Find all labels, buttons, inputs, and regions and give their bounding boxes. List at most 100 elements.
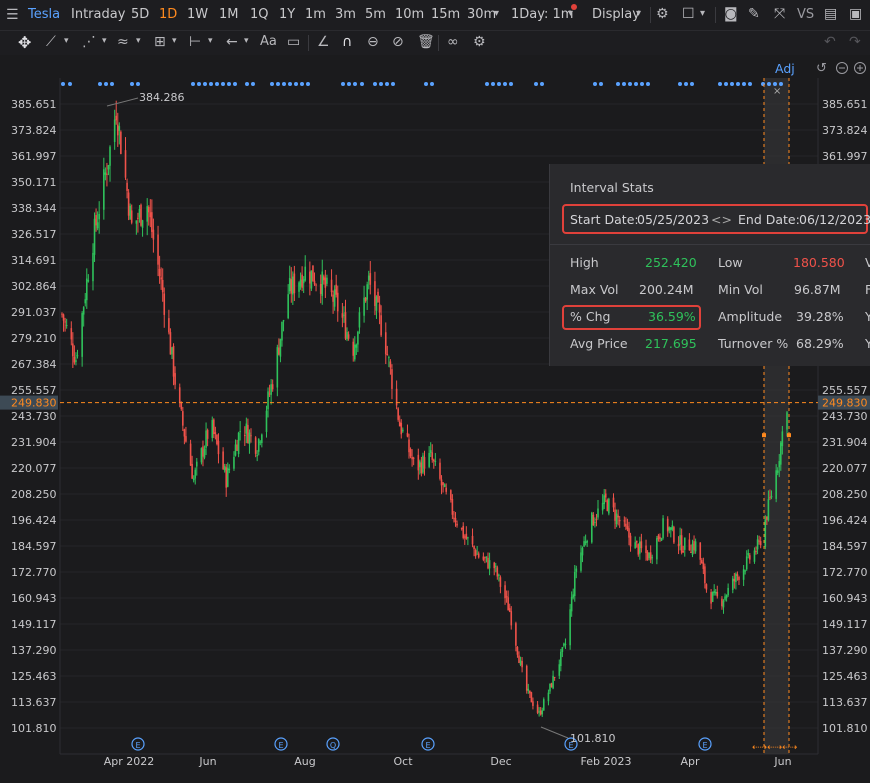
event-dot[interactable] — [347, 82, 351, 86]
event-dot[interactable] — [724, 82, 728, 86]
pattern-icon[interactable]: ⊞ — [154, 34, 166, 50]
arrow-icon[interactable]: ← — [226, 34, 238, 50]
event-dot[interactable] — [341, 82, 345, 86]
event-dot[interactable] — [730, 82, 734, 86]
pencil-icon[interactable]: ✎ — [748, 6, 760, 22]
event-dot[interactable] — [282, 82, 286, 86]
event-dot[interactable] — [622, 82, 626, 86]
event-dot[interactable] — [245, 82, 249, 86]
event-dot[interactable] — [203, 82, 207, 86]
event-dot[interactable] — [306, 82, 310, 86]
interval-end-handle[interactable] — [787, 433, 791, 438]
reset-zoom-icon[interactable]: ↺ — [816, 61, 827, 76]
period-tab-1w[interactable]: 1W — [187, 0, 208, 30]
close-interval-icon[interactable]: × — [773, 86, 781, 97]
fib-icon[interactable]: ⋰ — [82, 34, 96, 50]
event-dot[interactable] — [251, 82, 255, 86]
fib-chevron-icon[interactable]: ▾ — [102, 36, 107, 46]
event-dot[interactable] — [300, 82, 304, 86]
event-dot[interactable] — [270, 82, 274, 86]
event-dot[interactable] — [136, 82, 140, 86]
adj-button[interactable]: Adj — [775, 61, 795, 76]
period-tab-1m[interactable]: 1M — [219, 0, 239, 30]
event-dot[interactable] — [767, 82, 771, 86]
event-dot[interactable] — [491, 82, 495, 86]
trendline-icon[interactable]: ⟋ — [46, 34, 56, 50]
period-tab-1y[interactable]: 1Y — [279, 0, 295, 30]
period-tab-1m[interactable]: 1m — [305, 0, 326, 30]
event-dot[interactable] — [634, 82, 638, 86]
link-icon[interactable]: ∞ — [447, 34, 459, 50]
measure-chevron-icon[interactable]: ▾ — [208, 36, 213, 46]
event-dot[interactable] — [61, 82, 65, 86]
event-dot[interactable] — [599, 82, 603, 86]
notes-icon[interactable]: ▤ — [824, 6, 837, 22]
display-button[interactable]: Display — [592, 0, 640, 30]
draw-settings-icon[interactable]: ⚙ — [473, 34, 486, 50]
camera-icon[interactable]: ◙ — [724, 6, 738, 22]
event-dot[interactable] — [288, 82, 292, 86]
display-chevron-icon[interactable]: ▾ — [636, 8, 641, 19]
layout-chevron-icon[interactable]: ▾ — [700, 8, 705, 19]
event-dot[interactable] — [373, 82, 377, 86]
event-dot[interactable] — [215, 82, 219, 86]
crosshair-icon[interactable]: ✥ — [18, 33, 31, 52]
event-dot[interactable] — [628, 82, 632, 86]
event-dot[interactable] — [233, 82, 237, 86]
event-dot[interactable] — [593, 82, 597, 86]
event-dot[interactable] — [497, 82, 501, 86]
event-dot[interactable] — [690, 82, 694, 86]
chevron-down-icon[interactable]: ▾ — [568, 8, 573, 19]
comment-icon[interactable]: ▭ — [287, 34, 300, 50]
compare-button[interactable]: VS — [797, 0, 814, 30]
event-dot[interactable] — [736, 82, 740, 86]
pattern-chevron-icon[interactable]: ▾ — [172, 36, 177, 46]
trendline-chevron-icon[interactable]: ▾ — [64, 36, 69, 46]
interval-handles[interactable]: ⇠⇢⇠⇢⇠⇢ — [752, 743, 797, 753]
period-chevron-icon[interactable]: ▾ — [494, 8, 499, 19]
event-dot[interactable] — [276, 82, 280, 86]
event-dot[interactable] — [379, 82, 383, 86]
event-dot[interactable] — [385, 82, 389, 86]
event-dot[interactable] — [104, 82, 108, 86]
event-dot[interactable] — [391, 82, 395, 86]
interval-start-handle[interactable] — [762, 433, 766, 438]
event-dot[interactable] — [616, 82, 620, 86]
event-dot[interactable] — [503, 82, 507, 86]
angle-icon[interactable]: ∠ — [317, 34, 330, 50]
event-dot[interactable] — [646, 82, 650, 86]
event-dot[interactable] — [191, 82, 195, 86]
event-dot[interactable] — [209, 82, 213, 86]
measure-icon[interactable]: ⊢ — [189, 34, 201, 50]
wave-chevron-icon[interactable]: ▾ — [136, 36, 141, 46]
event-dot[interactable] — [197, 82, 201, 86]
event-dot[interactable] — [534, 82, 538, 86]
period-tab-intraday[interactable]: Intraday — [71, 0, 125, 30]
arrow-chevron-icon[interactable]: ▾ — [244, 36, 249, 46]
period-tab-1d[interactable]: 1D — [159, 0, 177, 30]
interval-select[interactable]: 1Day: 1m — [511, 0, 573, 30]
event-dot[interactable] — [678, 82, 682, 86]
visibility-icon[interactable]: ⊖ — [367, 34, 379, 50]
event-dot[interactable] — [640, 82, 644, 86]
event-dot[interactable] — [485, 82, 489, 86]
event-dot[interactable] — [430, 82, 434, 86]
layout-icon[interactable]: ☐ — [682, 6, 695, 22]
period-tab-10m[interactable]: 10m — [395, 0, 424, 30]
start-date-value[interactable]: 05/25/2023 — [637, 212, 709, 227]
symbol-name[interactable]: Tesla — [28, 0, 60, 30]
event-dot[interactable] — [98, 82, 102, 86]
hide-icon[interactable]: ⊘ — [392, 34, 404, 50]
period-tab-1q[interactable]: 1Q — [250, 0, 269, 30]
end-date-value[interactable]: 06/12/2023 — [799, 212, 870, 227]
event-dot[interactable] — [110, 82, 114, 86]
redo-icon[interactable]: ↷ — [849, 34, 861, 50]
event-dot[interactable] — [294, 82, 298, 86]
text-icon[interactable]: Aa — [260, 34, 277, 49]
period-tab-3m[interactable]: 3m — [335, 0, 356, 30]
period-tab-30m[interactable]: 30m — [467, 0, 496, 30]
event-dot[interactable] — [68, 82, 72, 86]
period-tab-5d[interactable]: 5D — [131, 0, 149, 30]
trash-icon[interactable]: 🗑 — [417, 34, 435, 50]
event-dot[interactable] — [360, 82, 364, 86]
